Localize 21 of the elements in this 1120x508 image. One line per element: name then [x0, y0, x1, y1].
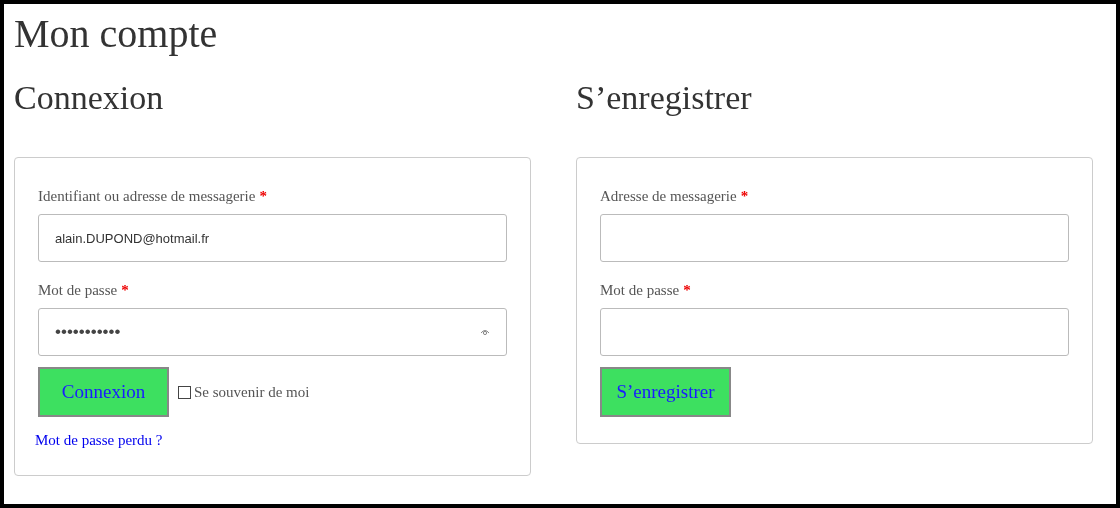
required-mark: *	[259, 188, 267, 204]
submit-button[interactable]: S’enregistrer	[600, 367, 731, 417]
lost-password-link[interactable]: Mot de passe perdu ?	[35, 432, 163, 449]
field-label: Identifiant ou adresse de messagerie	[38, 188, 256, 204]
page-title: Mon compte	[14, 12, 219, 56]
input-field[interactable]: alain.DUPOND@hotmail.fr	[38, 214, 507, 262]
required-mark: *	[121, 282, 129, 298]
field-label: Adresse de messagerie	[600, 188, 737, 204]
required-mark: *	[683, 282, 691, 298]
field-label: Mot de passe	[600, 282, 680, 298]
checkbox-label: Se souvenir de moi	[194, 383, 310, 401]
input-field[interactable]	[600, 308, 1069, 356]
submit-button[interactable]: Connexion	[38, 367, 169, 417]
eye-icon[interactable]	[480, 328, 490, 336]
required-mark: *	[740, 188, 749, 204]
input-field[interactable]	[600, 214, 1069, 262]
section-heading: S’enregistrer	[576, 78, 753, 118]
field-label: Mot de passe	[38, 282, 118, 298]
checkbox[interactable]	[178, 385, 191, 399]
password-field[interactable]: •••••••••••	[38, 308, 507, 356]
section-heading: Connexion	[14, 78, 165, 118]
